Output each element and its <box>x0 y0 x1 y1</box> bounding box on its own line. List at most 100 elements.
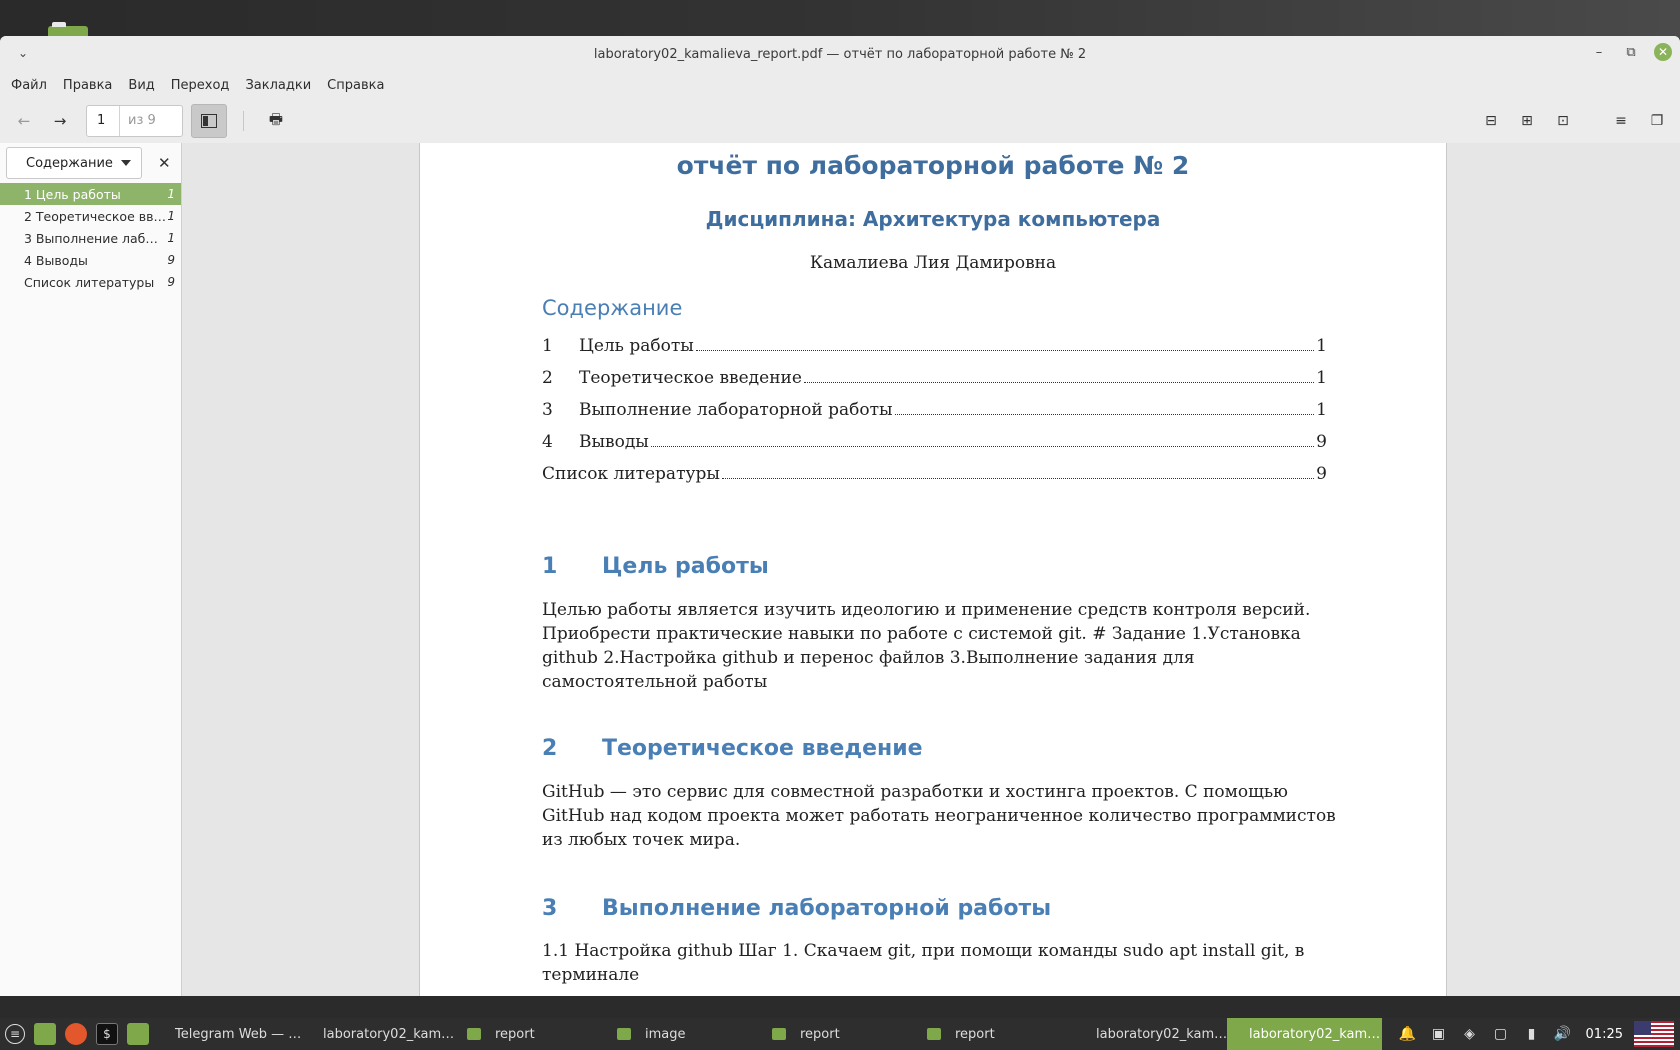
toolbar: ← → 1 из 9 🖶 ⊟ ⊞ ⊡ ≡ ❐ <box>0 99 1680 143</box>
zoom-in-icon[interactable]: ⊞ <box>1514 107 1540 135</box>
taskbar-task[interactable]: Telegram Web — … <box>153 1018 301 1050</box>
page-count-label: из 9 <box>128 113 156 128</box>
document-title: отчёт по лабораторной работе № 2 <box>676 151 1190 180</box>
taskbar-task[interactable]: report <box>459 1018 609 1050</box>
sidebar-mode-dropdown[interactable]: Содержание <box>6 147 142 179</box>
taskbar-task-active[interactable]: laboratory02_kam… <box>1227 1018 1382 1050</box>
toc-entry[interactable]: Список литературы 9 <box>542 464 1327 484</box>
toc-item-page: 1 <box>167 209 175 223</box>
toc-entry-number: 4 <box>542 432 553 452</box>
pdf-page: отчёт по лабораторной работе № 2 Дисципл… <box>419 143 1447 996</box>
section-number: 3 <box>542 896 558 921</box>
toc-entry-page: 1 <box>1316 336 1327 356</box>
task-label: laboratory02_kam… <box>1249 1026 1381 1042</box>
document-author: Камалиева Лия Дамировна <box>809 253 1057 273</box>
section-number: 1 <box>542 554 558 579</box>
menu-help[interactable]: Справка <box>319 74 392 97</box>
page-selector: 1 из 9 <box>86 105 183 137</box>
fit-page-icon[interactable]: ⊡ <box>1550 107 1576 135</box>
toc-entry[interactable]: 3 Выполнение лабораторной работы 1 <box>542 400 1327 420</box>
toc-entry-number: 3 <box>542 400 553 420</box>
toc-entry-label: Выполнение лабораторной работы <box>579 400 893 420</box>
toc-entry[interactable]: 4 Выводы 9 <box>542 432 1327 452</box>
sidebar-toc-list: 1 Цель работы 1 2 Теоретическое вв… 1 3 … <box>0 183 181 293</box>
task-label: Telegram Web — … <box>175 1026 301 1042</box>
sidebar-toc-item[interactable]: 2 Теоретическое вв… 1 <box>0 205 181 227</box>
toc-item-page: 1 <box>167 231 175 245</box>
zoom-out-icon[interactable]: ⊟ <box>1478 107 1504 135</box>
section-paragraph: Целью работы является изучить идеологию … <box>542 600 1311 692</box>
taskbar-task[interactable]: report <box>764 1018 919 1050</box>
menu-file[interactable]: Файл <box>3 74 55 97</box>
toc-heading: Содержание <box>542 296 683 320</box>
folder-icon <box>772 1028 786 1040</box>
taskbar: ≡ $ Telegram Web — … laboratory02_kam… r… <box>0 1018 1680 1050</box>
dual-page-icon[interactable]: ❐ <box>1644 107 1670 135</box>
folder-icon <box>927 1028 941 1040</box>
taskbar-task[interactable]: image <box>609 1018 764 1050</box>
menu-start-icon[interactable]: ≡ <box>5 1024 25 1044</box>
files-icon[interactable] <box>127 1023 149 1045</box>
sidebar-mode-label: Содержание <box>26 155 113 171</box>
clock[interactable]: 01:25 <box>1586 1027 1623 1042</box>
sidebar-toc-item[interactable]: 3 Выполнение лаб… 1 <box>0 227 181 249</box>
toc-entry-label: Список литературы <box>542 464 720 484</box>
toc-item-page: 9 <box>167 275 175 289</box>
content-area: Содержание ✕ 1 Цель работы 1 2 Теоретиче… <box>0 143 1680 996</box>
sidebar-toc-item[interactable]: 4 Выводы 9 <box>0 249 181 271</box>
task-label: image <box>645 1026 686 1042</box>
toc-entry-page: 9 <box>1316 464 1327 484</box>
titlebar: ⌄ laboratory02_kamalieva_report.pdf — от… <box>0 36 1680 72</box>
section-heading: 1 Цель работы <box>542 554 769 579</box>
sidebar-toggle-button[interactable] <box>191 104 227 138</box>
minimize-icon[interactable]: – <box>1590 43 1608 61</box>
taskbar-task[interactable]: report <box>919 1018 1074 1050</box>
window-title: laboratory02_kamalieva_report.pdf — отчё… <box>593 46 1087 62</box>
document-viewport[interactable]: отчёт по лабораторной работе № 2 Дисципл… <box>182 143 1680 996</box>
menu-bookmarks[interactable]: Закладки <box>237 74 319 97</box>
taskbar-task[interactable]: laboratory02_kam… <box>1074 1018 1227 1050</box>
menu-go[interactable]: Переход <box>163 74 238 97</box>
show-desktop-icon[interactable] <box>34 1023 56 1045</box>
section-title: Теоретическое введение <box>602 736 923 761</box>
display-icon[interactable]: ▢ <box>1491 1024 1511 1044</box>
back-arrow-icon[interactable]: ← <box>10 107 38 135</box>
keyboard-layout-flag-icon[interactable] <box>1634 1021 1674 1047</box>
section-number: 2 <box>542 736 558 761</box>
terminal-icon[interactable]: $ <box>96 1023 118 1045</box>
dropdown-caret-icon <box>121 160 131 166</box>
section-paragraph: GitHub — это сервис для совместной разра… <box>542 782 1336 850</box>
firefox-icon[interactable] <box>65 1023 87 1045</box>
sidebar-close-icon[interactable]: ✕ <box>158 154 171 172</box>
volume-icon[interactable]: 🔊 <box>1553 1024 1573 1044</box>
page-number-input[interactable]: 1 <box>87 106 120 136</box>
forward-arrow-icon[interactable]: → <box>46 107 74 135</box>
toc-item-label: 1 Цель работы <box>24 186 121 202</box>
sidebar-toc-item[interactable]: Список литературы 9 <box>0 271 181 293</box>
print-icon[interactable]: 🖶 <box>262 107 290 135</box>
section-title: Выполнение лабораторной работы <box>602 896 1052 921</box>
notifications-icon[interactable]: 🔔 <box>1398 1024 1418 1044</box>
close-window-icon[interactable]: ✕ <box>1654 43 1672 61</box>
battery-icon[interactable]: ▮ <box>1522 1024 1542 1044</box>
toc-item-label: 3 Выполнение лаб… <box>24 230 158 246</box>
taskbar-task[interactable]: laboratory02_kam… <box>301 1018 459 1050</box>
menu-view[interactable]: Вид <box>120 74 162 97</box>
shield-icon[interactable]: ◈ <box>1460 1024 1480 1044</box>
sidebar-toc-item[interactable]: 1 Цель работы 1 <box>0 183 181 205</box>
folder-icon <box>467 1028 481 1040</box>
toc-entry[interactable]: 1 Цель работы 1 <box>542 336 1327 356</box>
toc-item-page: 9 <box>167 253 175 267</box>
toc-entry[interactable]: 2 Теоретическое введение 1 <box>542 368 1327 388</box>
clipboard-icon[interactable]: ▣ <box>1429 1024 1449 1044</box>
toc-entry-page: 9 <box>1316 432 1327 452</box>
window-menu-chevron-icon[interactable]: ⌄ <box>14 44 32 62</box>
menu-edit[interactable]: Правка <box>55 74 120 97</box>
section-heading: 2 Теоретическое введение <box>542 736 923 761</box>
toc-entry-label: Теоретическое введение <box>579 368 802 388</box>
toc-item-label: 4 Выводы <box>24 252 88 268</box>
document-subtitle: Дисциплина: Архитектура компьютера <box>705 207 1161 231</box>
restore-icon[interactable]: ⧉ <box>1622 43 1640 61</box>
continuous-view-icon[interactable]: ≡ <box>1608 107 1634 135</box>
task-label: laboratory02_kam… <box>323 1026 455 1042</box>
